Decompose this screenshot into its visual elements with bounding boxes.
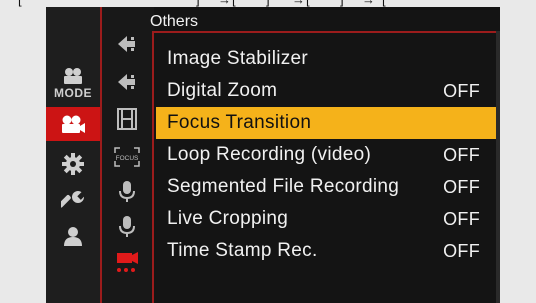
category-custom[interactable] [46, 147, 100, 181]
menu-item-loop-recording[interactable]: Loop Recording (video) OFF [156, 139, 496, 171]
menu-item-value: OFF [443, 177, 480, 197]
menu-item-value: OFF [443, 145, 480, 165]
header-divider [152, 31, 500, 33]
menu-item-label: Live Cropping [167, 208, 289, 229]
subtab-1[interactable] [102, 29, 152, 59]
gear-icon [62, 153, 84, 175]
menu-item-segmented-file-recording[interactable]: Segmented File Recording OFF [156, 171, 496, 203]
subtab-7-active[interactable] [102, 247, 152, 277]
menu-item-value: OFF [443, 81, 480, 101]
subtab-divider [152, 31, 154, 303]
breadcrumb-bracket: [ [18, 0, 22, 6]
menu-item-label: Focus Transition [167, 112, 312, 133]
breadcrumb-bracket: ] [196, 0, 200, 6]
subtab-2[interactable] [102, 67, 152, 97]
breadcrumb-bracket: [ [382, 0, 386, 6]
menu-list: Image Stabilizer Digital Zoom OFF Focus … [156, 43, 496, 267]
breadcrumb-arrow: → [218, 0, 231, 6]
menu-item-image-stabilizer[interactable]: Image Stabilizer [156, 43, 496, 75]
video-camera-icon [62, 115, 85, 133]
menu-item-label: Loop Recording (video) [167, 144, 372, 165]
arrow-icon [118, 74, 135, 90]
category-photo[interactable] [46, 65, 100, 87]
subtab-4[interactable]: FOCUS [102, 142, 152, 172]
person-icon [64, 227, 82, 246]
menu-item-live-cropping[interactable]: Live Cropping OFF [156, 203, 496, 235]
subtab-3[interactable] [102, 104, 152, 134]
menu-item-label: Image Stabilizer [167, 48, 309, 69]
page-title: Others [150, 13, 199, 30]
video-camera-menu-icon [117, 252, 138, 272]
category-video[interactable] [46, 107, 100, 141]
breadcrumb-bracket: ] [340, 0, 344, 6]
breadcrumb-bracket: ] [266, 0, 270, 6]
mode-label: MODE [54, 86, 92, 100]
wrench-icon [61, 191, 85, 208]
category-sidebar: MODE [46, 7, 102, 303]
breadcrumb-bracket: [ [306, 0, 310, 6]
breadcrumb-arrow: → [292, 0, 305, 6]
menu-item-focus-transition[interactable]: Focus Transition [156, 107, 496, 139]
camera-menu-screen: MODE FOCUS Others Image Stabilizer Digit… [46, 7, 500, 303]
breadcrumb-arrow: → [362, 0, 375, 6]
film-strip-icon [117, 108, 137, 130]
menu-item-label: Digital Zoom [167, 80, 278, 101]
microphone-icon [119, 181, 135, 202]
menu-item-time-stamp-rec[interactable]: Time Stamp Rec. OFF [156, 235, 496, 267]
category-setup[interactable] [46, 185, 100, 219]
arrow-icon [118, 36, 135, 52]
menu-item-value: OFF [443, 209, 480, 229]
menu-item-value: OFF [443, 241, 480, 261]
microphone-icon [119, 216, 135, 237]
subtab-5[interactable] [102, 177, 152, 207]
focus-icon-label: FOCUS [116, 155, 139, 162]
scrollbar[interactable] [496, 31, 500, 303]
menu-item-digital-zoom[interactable]: Digital Zoom OFF [156, 75, 496, 107]
breadcrumb: [ ] → [ ] → [ ] → [ [0, 0, 536, 7]
photo-camera-icon [64, 68, 82, 84]
focus-frame-icon: FOCUS [114, 147, 140, 167]
subtab-6[interactable] [102, 212, 152, 242]
menu-item-label: Time Stamp Rec. [167, 240, 318, 261]
category-my-menu[interactable] [46, 219, 100, 253]
menu-item-label: Segmented File Recording [167, 176, 400, 197]
breadcrumb-bracket: [ [232, 0, 236, 6]
